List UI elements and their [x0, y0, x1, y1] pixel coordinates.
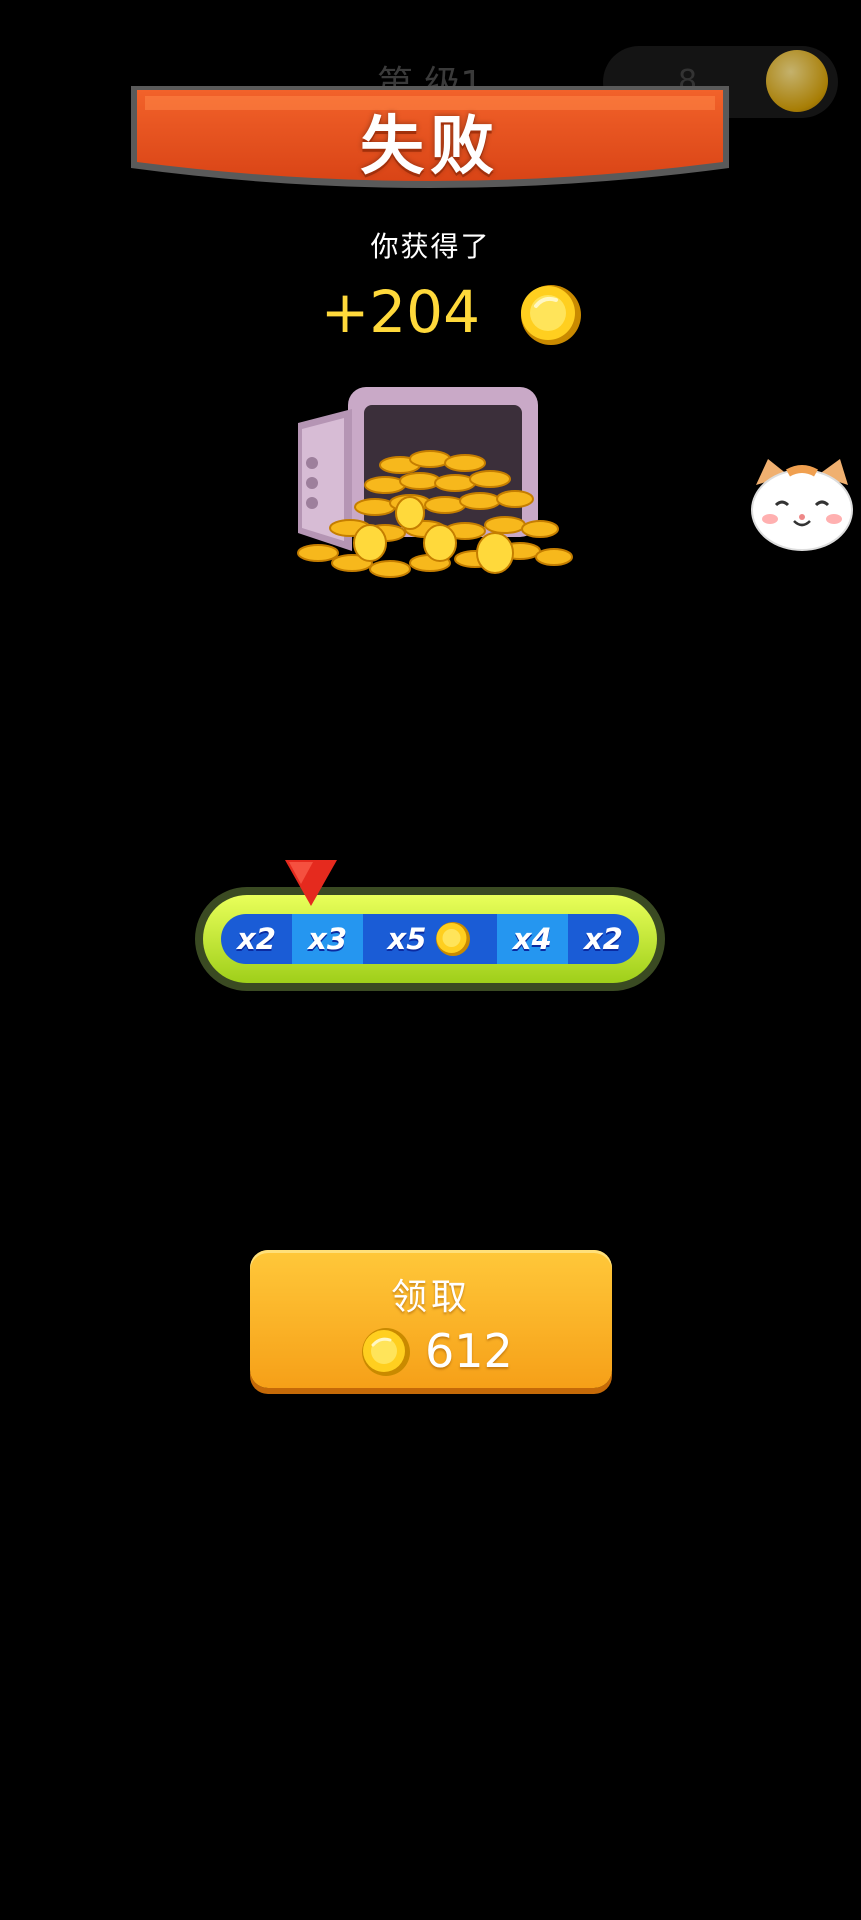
cat-face-icon[interactable] [748, 455, 861, 555]
gold-coin-icon [436, 922, 471, 956]
multiplier-segment-5: x2 [567, 914, 639, 964]
background-coin-icon [766, 50, 828, 112]
claim-amount: 612 [425, 1324, 513, 1378]
claim-button[interactable]: 领取 612 [250, 1250, 612, 1388]
reward-label: 你获得了 [370, 230, 491, 263]
gold-coin-icon [362, 1328, 410, 1376]
multiplier-bar: x2 x3 x5 x4 x2 [195, 887, 665, 991]
reward-amount: +204 [320, 278, 480, 346]
multiplier-segment-1: x2 [221, 914, 293, 964]
result-title: 失败 [360, 110, 500, 184]
multiplier-segment-3: x5 [363, 914, 497, 964]
multiplier-segment-2: x3 [292, 914, 364, 964]
coin-vault-image [297, 387, 573, 578]
claim-button-label: 领取 [390, 1277, 471, 1318]
multiplier-track: x2 x3 x5 x4 x2 [221, 914, 639, 964]
gold-coin-icon [521, 285, 581, 345]
multiplier-bar-outline: x2 x3 x5 x4 x2 [203, 895, 657, 983]
multiplier-segment-4: x4 [496, 914, 568, 964]
multiplier-pointer-icon [285, 860, 337, 906]
